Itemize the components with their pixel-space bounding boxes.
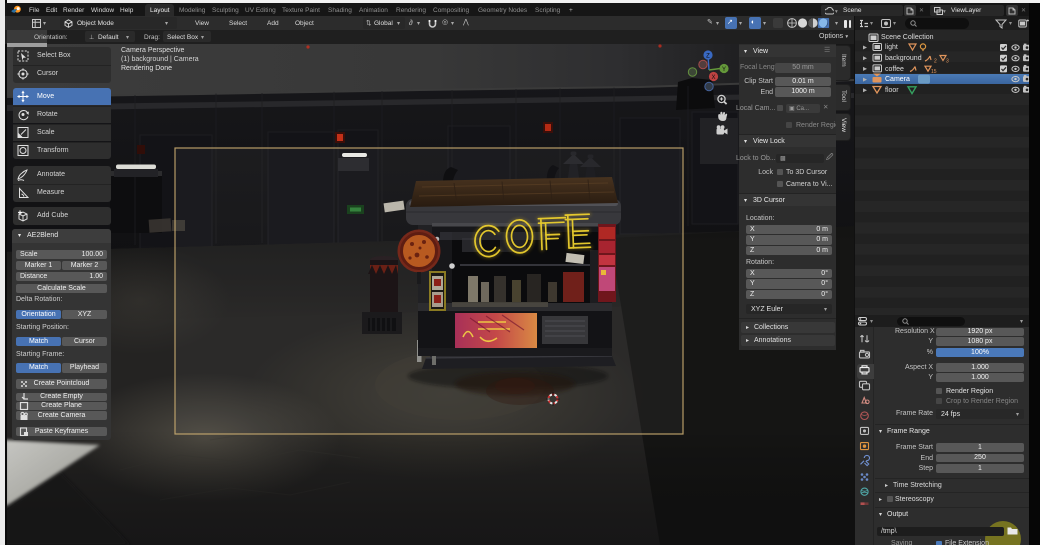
svg-text:X: X — [711, 75, 715, 81]
svg-text:15: 15 — [931, 69, 937, 75]
svg-text:Y: Y — [722, 67, 726, 73]
svg-text:2: 2 — [934, 59, 937, 65]
svg-text:3: 3 — [946, 59, 949, 65]
svg-text:Z: Z — [706, 54, 710, 60]
